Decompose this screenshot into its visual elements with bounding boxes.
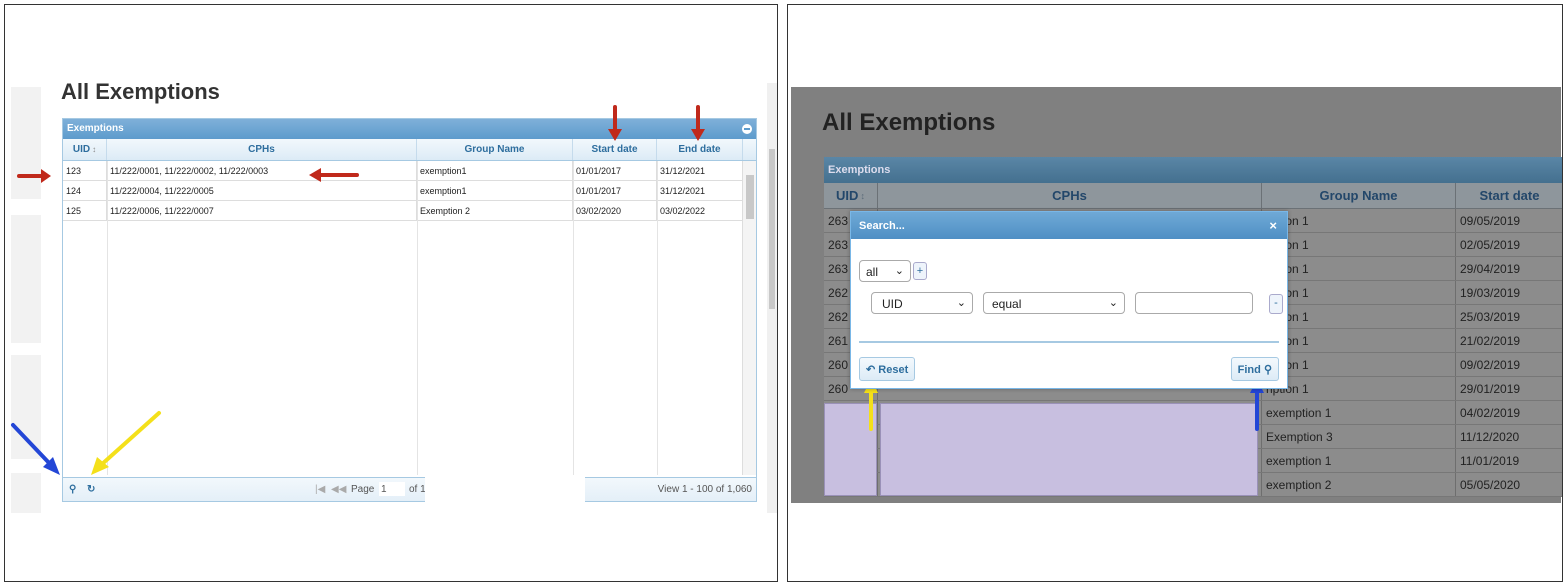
reset-button[interactable]: ↶ Reset [859,357,916,381]
left-screenshot-panel: All Exemptions Exemptions UID ↕ CPHs Grou… [4,4,778,582]
red-arrow-down-icon [608,129,622,141]
chevron-down-icon: ⌄ [1108,297,1118,309]
search-dialog: Search... × all ⌄ + UID ⌄ equal ⌄ - ↶ Reset… [850,211,1288,389]
yellow-arrow-icon [99,411,161,467]
dialog-title: Search... [859,220,905,232]
close-icon[interactable]: × [1269,218,1277,233]
chevron-down-icon: ⌄ [894,265,904,277]
dialog-title-bar: Search... × [851,212,1287,239]
group-operator-select[interactable]: all ⌄ [859,260,911,282]
red-arrow-left-icon [309,168,321,182]
add-rule-button[interactable]: + [913,262,927,280]
red-arrow-down-icon [691,129,705,141]
operator-select[interactable]: equal ⌄ [983,292,1125,314]
red-arrow-right-icon [41,169,51,183]
search-value-input[interactable] [1135,292,1253,314]
find-button[interactable]: Find ⚲ [1230,357,1279,381]
search-icon: ⚲ [1263,364,1272,376]
field-select[interactable]: UID ⌄ [871,292,973,314]
chevron-down-icon: ⌄ [956,297,966,309]
remove-rule-button[interactable]: - [1269,294,1283,314]
dialog-divider [859,341,1279,343]
blue-arrow-icon [11,423,53,467]
undo-icon: ↶ [866,364,876,376]
annotation-arrows [11,105,705,475]
